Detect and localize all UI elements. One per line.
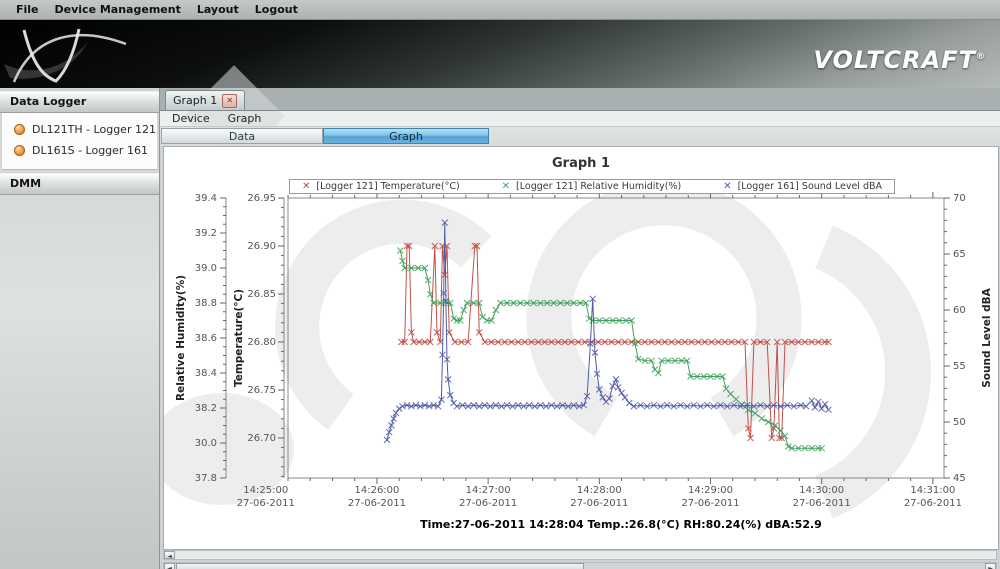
menu-item-file[interactable]: File <box>8 3 47 16</box>
svg-text:26.70: 26.70 <box>247 433 276 444</box>
sidebar-item-dl121th-logger-121[interactable]: DL121TH - Logger 121 <box>2 119 157 140</box>
temperature-axis-title: Temperature(°C) <box>233 289 245 387</box>
svg-text:50: 50 <box>953 417 966 428</box>
menu-bar: FileDevice ManagementLayoutLogout <box>0 0 1000 20</box>
x-tick-time: 14:25:00 <box>243 485 288 496</box>
svg-text:38.6: 38.6 <box>195 333 217 344</box>
x-tick-date: 27-06-2011 <box>570 498 628 509</box>
scroll-left-icon[interactable]: ◄ <box>164 551 175 559</box>
svg-text:70: 70 <box>953 193 966 204</box>
svg-text:26.80: 26.80 <box>247 337 276 348</box>
main-workspace: Graph 1 ✕ Device Graph Data Graph Graph 1… <box>160 88 1000 569</box>
x-tick-date: 27-06-2011 <box>681 498 739 509</box>
tab-label: Graph 1 <box>173 94 217 107</box>
sidebar-section-data-logger[interactable]: Data Logger <box>0 91 159 113</box>
brand-header: VOLTCRAFT® <box>0 20 1000 88</box>
inner-horizontal-scrollbar[interactable]: ◄ <box>163 550 997 560</box>
legend-marker-x-icon: ✕ <box>502 182 510 192</box>
document-tab-strip: Graph 1 ✕ <box>160 88 1000 111</box>
scroll-right-icon[interactable]: ► <box>985 563 996 569</box>
docmenu-item-device[interactable]: Device <box>172 112 210 125</box>
menu-item-logout[interactable]: Logout <box>247 3 306 16</box>
logger-device-icon <box>14 145 25 156</box>
svg-text:39.2: 39.2 <box>195 228 217 239</box>
app-window: FileDevice ManagementLayoutLogout VOLTCR… <box>0 0 1000 569</box>
svg-text:55: 55 <box>953 361 966 372</box>
sidebar-item-dl161s-logger-161[interactable]: DL161S - Logger 161 <box>2 140 157 161</box>
docmenu-item-graph[interactable]: Graph <box>228 112 262 125</box>
x-tick-date: 27-06-2011 <box>459 498 517 509</box>
tab-graph-1[interactable]: Graph 1 ✕ <box>165 90 245 110</box>
legend-label: [Logger 161] Sound Level dBA <box>738 181 882 192</box>
sidebar-item-label: DL161S - Logger 161 <box>32 144 148 157</box>
tab-graph[interactable]: Graph <box>323 128 489 144</box>
chart-panel: Graph 1 39.4 39.2 39.0 38.8 38.6 38.4 38.2 30.0 3… <box>163 146 999 550</box>
svg-text:39.0: 39.0 <box>195 263 217 274</box>
view-tab-bar: Data Graph <box>160 126 1000 146</box>
logger-device-icon <box>14 124 25 135</box>
document-menu-bar: Device Graph <box>160 110 1000 127</box>
legend-label: [Logger 121] Relative Humidity(%) <box>516 181 681 192</box>
sound-axis-title: Sound Level dBA <box>981 287 993 387</box>
chart-legend: ✕ [Logger 121] Temperature(°C) ✕ [Logger 12… <box>289 179 895 194</box>
legend-item-logger-121-temperature-c: ✕ [Logger 121] Temperature(°C) <box>302 181 460 192</box>
voltcraft-logo: VOLTCRAFT® <box>813 46 986 74</box>
x-tick-date: 27-06-2011 <box>237 498 295 509</box>
menu-item-device-management[interactable]: Device Management <box>47 3 189 16</box>
chart-watermark <box>824 247 908 497</box>
svg-text:45: 45 <box>953 473 966 484</box>
svg-text:30.0: 30.0 <box>195 438 217 449</box>
x-tick-time: 14:27:00 <box>466 485 511 496</box>
sidebar: Data Logger DL121TH - Logger 121 DL161S - … <box>0 88 160 569</box>
x-tick-time: 14:28:00 <box>577 485 622 496</box>
x-tick-date: 27-06-2011 <box>904 498 962 509</box>
svg-text:65: 65 <box>953 249 966 260</box>
outer-horizontal-scrollbar[interactable]: ◄ ► <box>163 562 997 569</box>
close-icon[interactable]: ✕ <box>222 94 237 108</box>
x-tick-date: 27-06-2011 <box>348 498 406 509</box>
x-tick-time: 14:30:00 <box>799 485 844 496</box>
cursor-status-line: Time:27-06-2011 14:28:04 Temp.:26.8(°C) … <box>244 518 998 531</box>
legend-label: [Logger 121] Temperature(°C) <box>316 181 459 192</box>
svg-text:39.4: 39.4 <box>195 193 217 204</box>
scrollbar-thumb[interactable] <box>176 563 584 569</box>
svg-text:26.95: 26.95 <box>247 193 276 204</box>
x-tick-time: 14:29:00 <box>688 485 733 496</box>
legend-item-logger-161-sound-level-dba: ✕ [Logger 161] Sound Level dBA <box>723 181 882 192</box>
menu-item-layout[interactable]: Layout <box>189 3 247 16</box>
scroll-left-icon[interactable]: ◄ <box>164 563 175 569</box>
svg-text:26.90: 26.90 <box>247 241 276 252</box>
x-tick-date: 27-06-2011 <box>793 498 851 509</box>
svg-text:38.8: 38.8 <box>195 298 217 309</box>
chart-title: Graph 1 <box>552 156 610 171</box>
registered-mark: ® <box>976 52 986 62</box>
voltcraft-swoosh-icon <box>0 20 190 88</box>
svg-text:26.85: 26.85 <box>247 289 276 300</box>
legend-marker-x-icon: ✕ <box>723 182 731 192</box>
sidebar-item-label: DL121TH - Logger 121 <box>32 123 156 136</box>
svg-text:60: 60 <box>953 305 966 316</box>
svg-text:37.8: 37.8 <box>195 473 217 484</box>
humidity-axis-title: Relative Humidity(%) <box>175 275 187 401</box>
sidebar-section-items: DL121TH - Logger 121 DL161S - Logger 161 <box>2 113 157 170</box>
tab-data[interactable]: Data <box>161 128 323 144</box>
svg-text:38.4: 38.4 <box>195 368 217 379</box>
x-tick-time: 14:26:00 <box>354 485 399 496</box>
svg-text:26.75: 26.75 <box>247 385 276 396</box>
chart-svg: Graph 1 39.4 39.2 39.0 38.8 38.6 38.4 38.2 30.0 3… <box>164 147 998 549</box>
legend-item-logger-121-relative-humidity: ✕ [Logger 121] Relative Humidity(%) <box>502 181 682 192</box>
chart-watermark <box>549 203 779 417</box>
legend-marker-x-icon: ✕ <box>302 182 310 192</box>
sidebar-section-dmm[interactable]: DMM <box>0 173 159 195</box>
x-tick-time: 14:31:00 <box>910 485 955 496</box>
svg-text:38.2: 38.2 <box>195 403 217 414</box>
